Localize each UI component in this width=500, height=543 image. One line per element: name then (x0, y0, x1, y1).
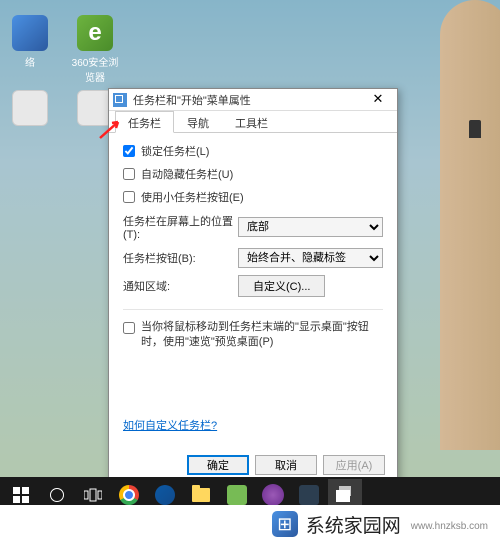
position-label: 任务栏在屏幕上的位置(T): (123, 213, 238, 241)
peek-checkbox[interactable] (123, 322, 135, 334)
taskview-icon (84, 488, 102, 502)
desktop-icon[interactable] (5, 90, 55, 129)
checkbox-label: 锁定任务栏(L) (141, 143, 209, 159)
watermark-url: www.hnzksb.com (411, 521, 488, 532)
watermark-logo-icon (272, 511, 298, 537)
ok-button[interactable]: 确定 (187, 455, 249, 475)
close-button[interactable]: ✕ (363, 91, 393, 109)
customize-button[interactable]: 自定义(C)... (238, 275, 325, 297)
checkbox-label: 自动隐藏任务栏(U) (141, 166, 233, 182)
titlebar[interactable]: 任务栏和"开始"菜单属性 ✕ (109, 89, 397, 111)
window-title: 任务栏和"开始"菜单属性 (133, 92, 363, 108)
icon-label: 360安全浏览器 (72, 58, 119, 84)
window-icon (113, 93, 127, 107)
tab-taskbar[interactable]: 任务栏 (115, 111, 174, 133)
tab-navigation[interactable]: 导航 (174, 111, 222, 132)
desktop-icon-browser[interactable]: 360安全浏览器 (70, 15, 120, 84)
position-select[interactable]: 底部 (238, 217, 383, 237)
edge-icon (155, 485, 175, 505)
notification-label: 通知区域: (123, 278, 238, 294)
help-link[interactable]: 如何自定义任务栏? (123, 420, 217, 432)
tab-toolbars[interactable]: 工具栏 (222, 111, 281, 132)
browser-icon (77, 15, 113, 51)
buttons-select[interactable]: 始终合并、隐藏标签 (238, 248, 383, 268)
autohide-taskbar-checkbox[interactable] (123, 168, 135, 180)
apply-button[interactable]: 应用(A) (323, 455, 385, 475)
watermark: 系统家园网 www.hnzksb.com (0, 505, 500, 543)
window-stack-icon (336, 486, 354, 502)
lock-taskbar-checkbox[interactable] (123, 145, 135, 157)
taskbar-properties-dialog: 任务栏和"开始"菜单属性 ✕ 任务栏 导航 工具栏 锁定任务栏(L) 自动隐藏任… (108, 88, 398, 486)
icon-label: 络 (25, 58, 35, 69)
tab-strip: 任务栏 导航 工具栏 (109, 111, 397, 133)
checkbox-label: 使用小任务栏按钮(E) (141, 189, 244, 205)
desktop-icon[interactable]: 络 (5, 15, 55, 69)
watermark-brand: 系统家园网 (306, 511, 401, 538)
app-icon (227, 485, 247, 505)
folder-icon (192, 488, 210, 502)
cancel-button[interactable]: 取消 (255, 455, 317, 475)
dark-icon (299, 485, 319, 505)
checkbox-label: 当你将鼠标移动到任务栏末端的"显示桌面"按钮时，使用"速览"预览桌面(P) (141, 320, 383, 351)
buttons-label: 任务栏按钮(B): (123, 250, 238, 266)
purple-icon (262, 484, 284, 506)
cortana-icon (50, 488, 64, 502)
chrome-icon (119, 485, 139, 505)
small-buttons-checkbox[interactable] (123, 191, 135, 203)
